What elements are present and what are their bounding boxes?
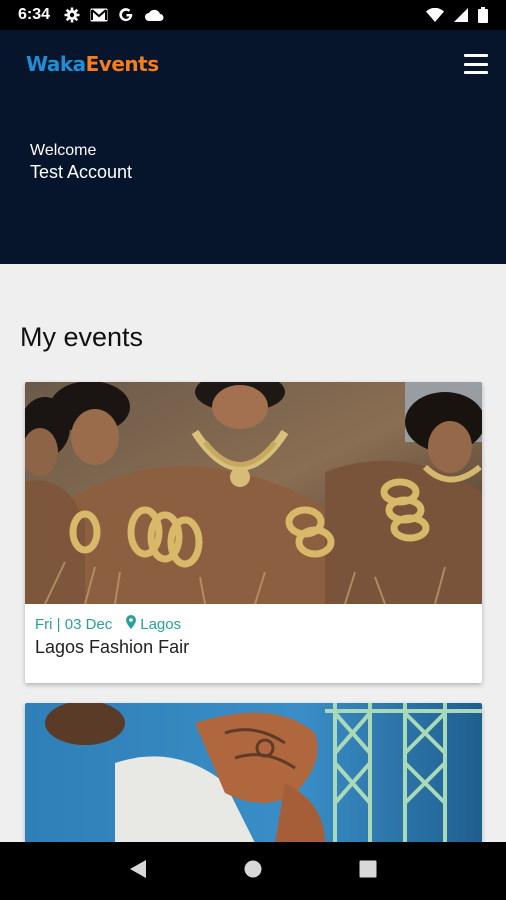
location-pin-icon: [126, 615, 137, 633]
event-image: [25, 703, 482, 843]
page-title: My events: [20, 322, 144, 352]
back-icon: [129, 859, 147, 884]
event-location-group: Lagos: [126, 615, 181, 633]
welcome-label: Welcome: [30, 142, 97, 159]
cloud-icon: [144, 8, 164, 22]
hamburger-menu-button[interactable]: [464, 54, 488, 74]
user-name: Test Account: [30, 162, 133, 182]
event-location: Lagos: [140, 615, 182, 633]
signal-icon: [454, 8, 468, 22]
app-logo[interactable]: WakaEvents: [26, 52, 159, 76]
menu-icon-line: [464, 62, 488, 66]
gmail-icon: [90, 8, 108, 22]
home-icon: [244, 860, 262, 883]
status-time: 6:34: [18, 6, 51, 23]
event-card[interactable]: Fri | 03 Dec Lagos Lagos Fashion Fair: [25, 382, 482, 683]
wifi-icon: [426, 8, 444, 22]
home-button[interactable]: [233, 851, 273, 891]
recents-icon: [359, 860, 377, 883]
menu-icon-line: [464, 54, 488, 57]
logo-text-waka: Waka: [26, 52, 86, 76]
battery-icon: [478, 7, 488, 23]
system-nav-bar: [0, 842, 506, 900]
status-bar: 6:34: [0, 0, 506, 30]
event-date: Fri | 03 Dec: [35, 615, 113, 633]
google-icon: [118, 7, 134, 23]
event-card[interactable]: [25, 703, 482, 843]
event-title: Lagos Fashion Fair: [35, 637, 190, 657]
logo-text-events: Events: [85, 52, 159, 76]
menu-icon-line: [464, 71, 488, 74]
event-meta: Fri | 03 Dec Lagos: [25, 604, 482, 633]
event-image: [25, 382, 482, 604]
back-button[interactable]: [118, 851, 158, 891]
app-header: WakaEvents Welcome Test Account: [0, 30, 506, 264]
recents-button[interactable]: [348, 851, 388, 891]
gear-icon: [64, 7, 80, 23]
